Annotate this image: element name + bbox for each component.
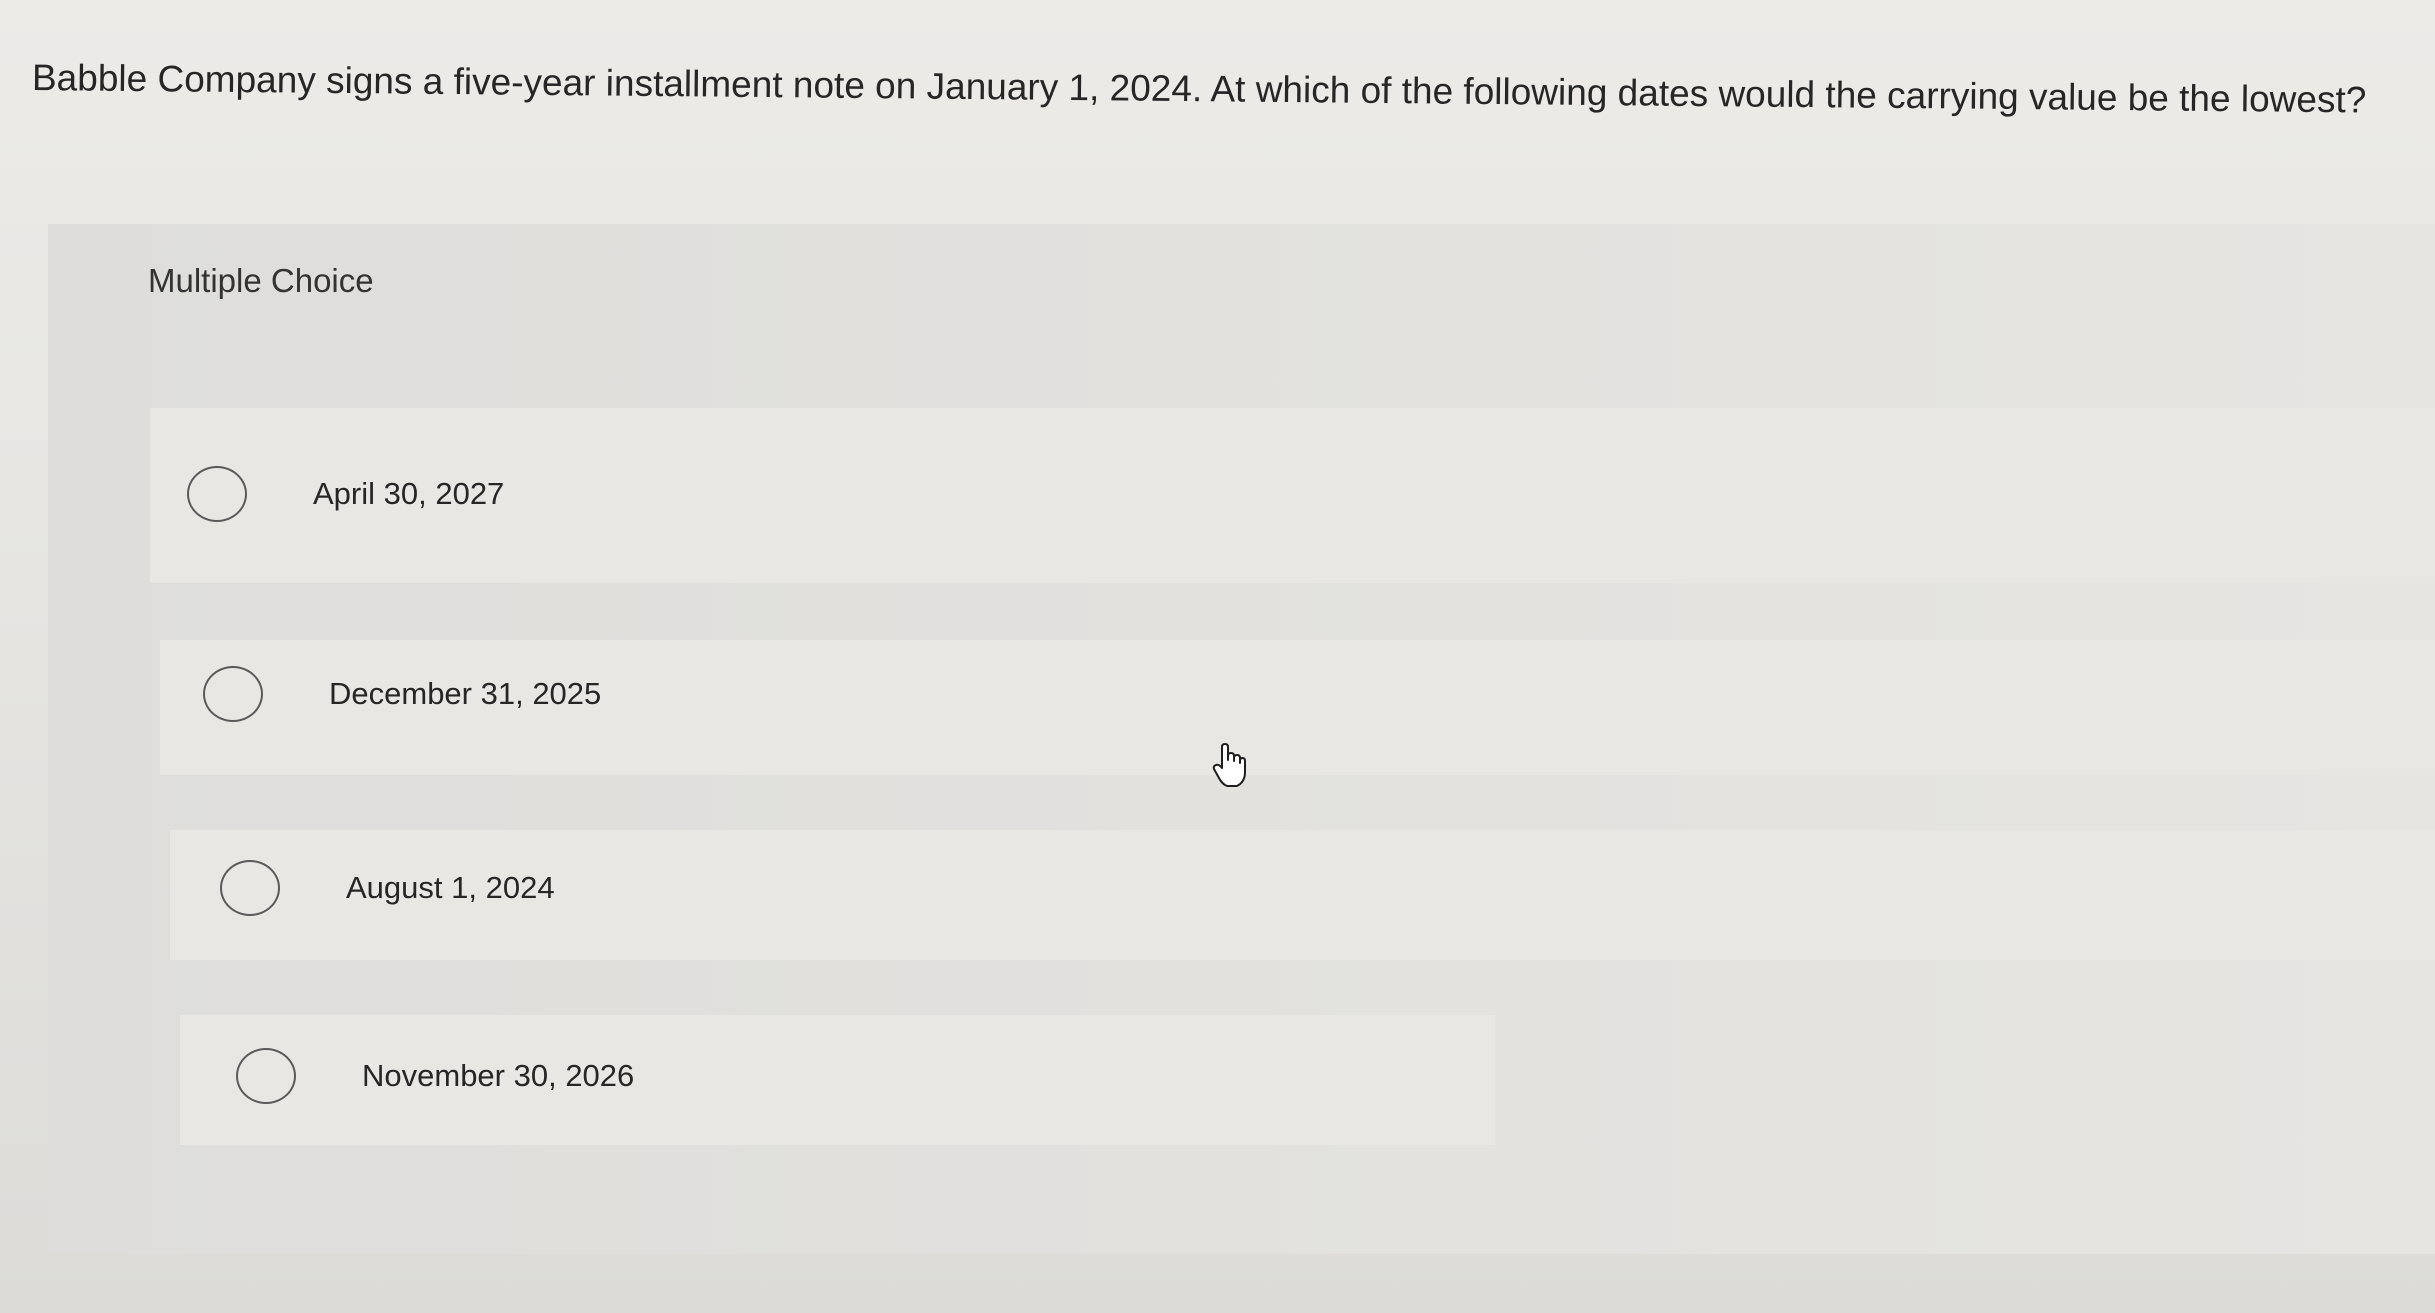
option-label: November 30, 2026 xyxy=(362,1058,635,1093)
option-august-1-2024[interactable]: August 1, 2024 xyxy=(220,860,555,916)
radio-button[interactable] xyxy=(220,860,280,916)
radio-button[interactable] xyxy=(236,1048,296,1104)
hand-pointer-icon xyxy=(1212,743,1246,787)
radio-button[interactable] xyxy=(187,466,247,522)
multiple-choice-header: Multiple Choice xyxy=(148,262,374,299)
option-label: December 31, 2025 xyxy=(329,676,602,711)
option-label: April 30, 2027 xyxy=(313,476,505,511)
radio-button[interactable] xyxy=(203,666,263,722)
option-april-30-2027[interactable]: April 30, 2027 xyxy=(187,466,504,522)
option-december-31-2025[interactable]: December 31, 2025 xyxy=(203,666,601,722)
question-text: Babble Company signs a five-year install… xyxy=(31,57,2367,121)
option-label: August 1, 2024 xyxy=(346,870,555,905)
option-november-30-2026[interactable]: November 30, 2026 xyxy=(236,1048,634,1104)
